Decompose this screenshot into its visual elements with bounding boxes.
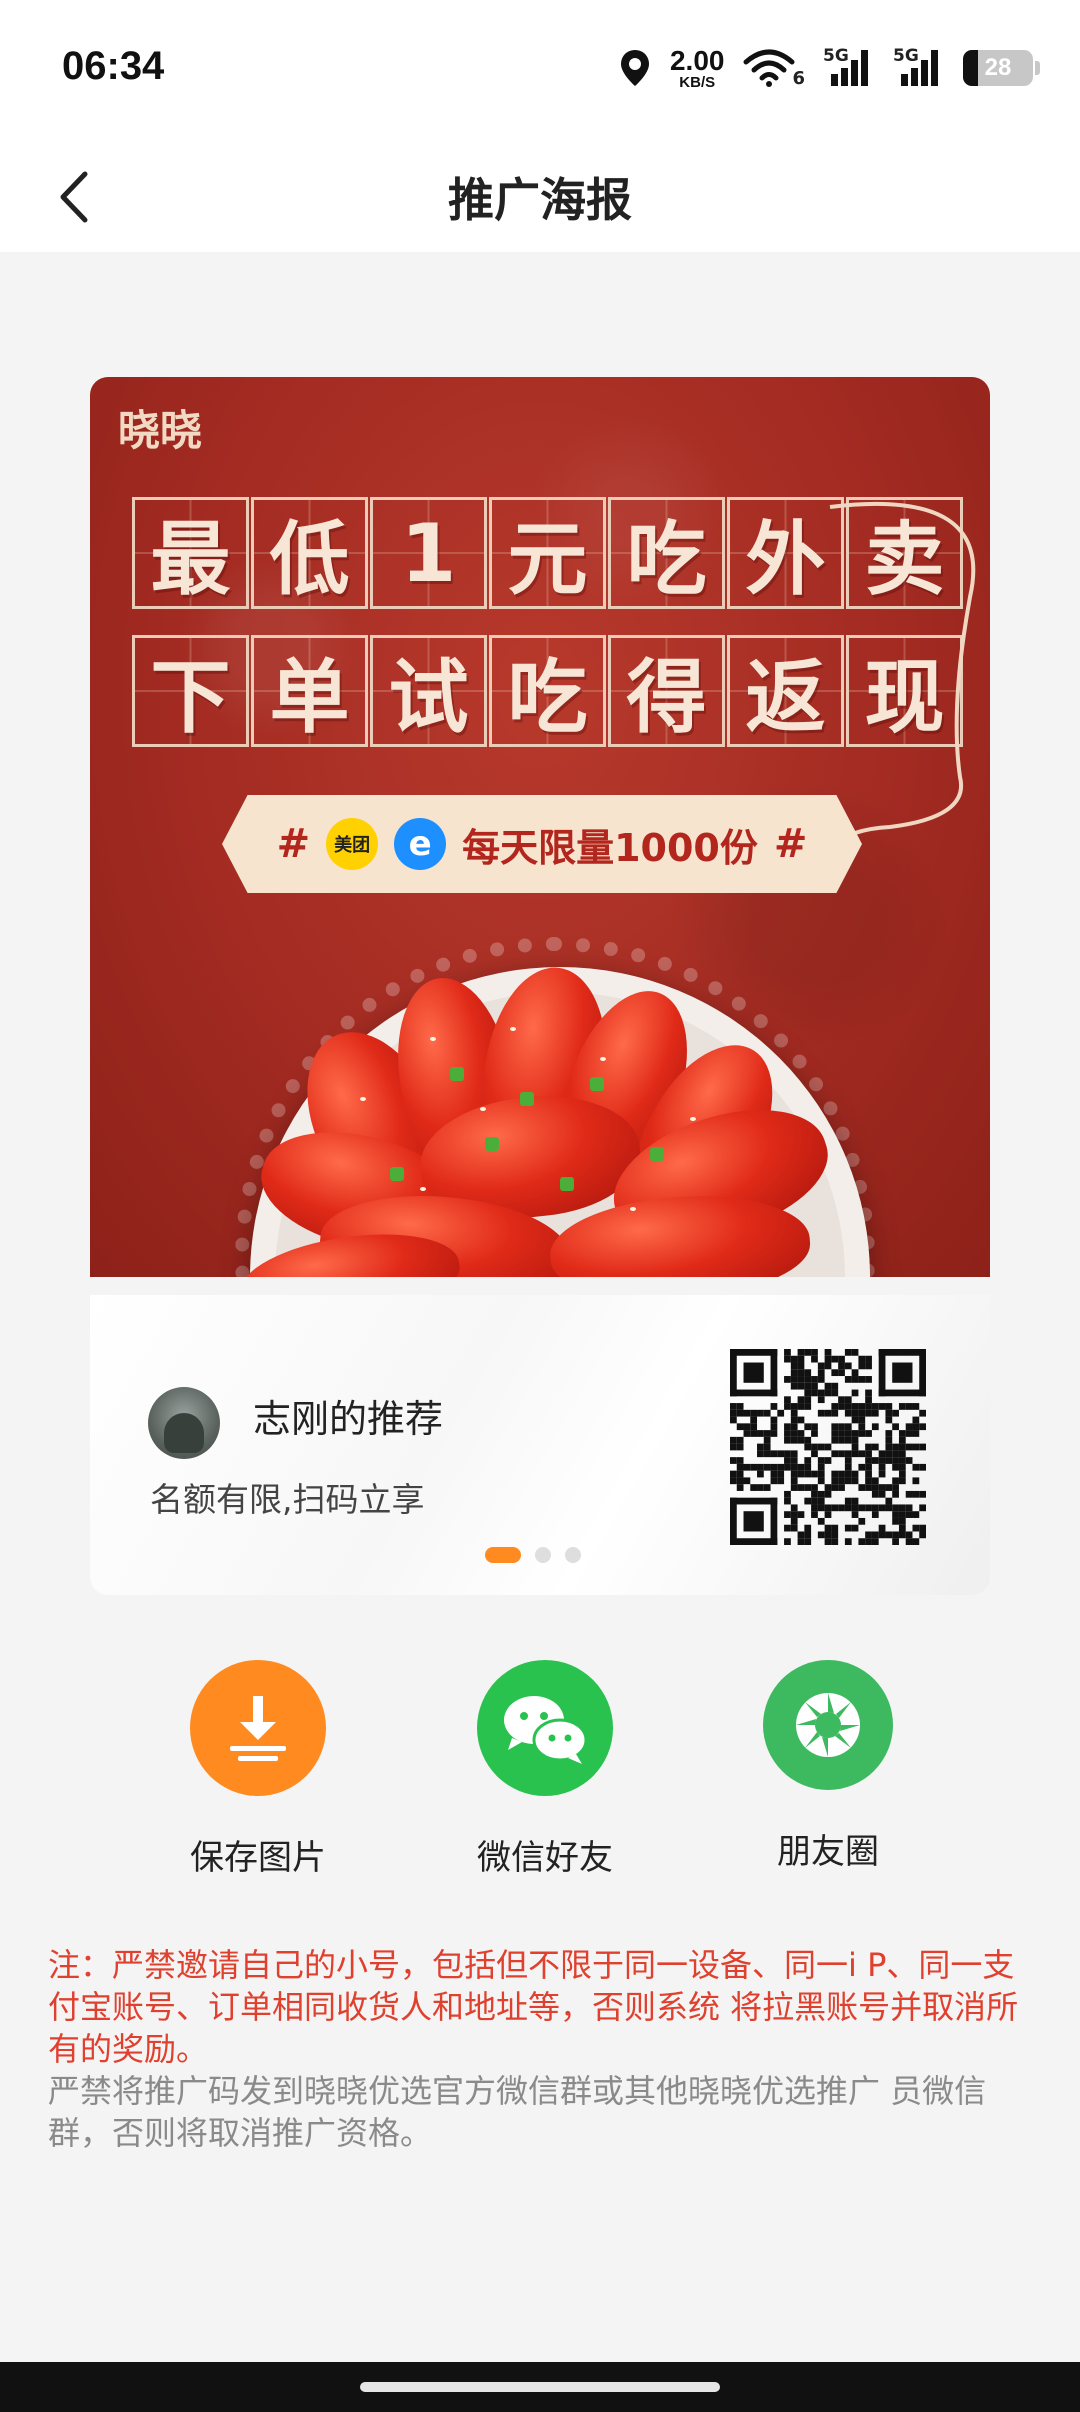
notice-info: 严禁将推广码发到晓晓优选官方微信群或其他晓晓优选推广 员微信群，否则将取消推广资… bbox=[48, 2072, 987, 2152]
notice-warning: 注：严禁邀请自己的小号，包括但不限于同一设备、同一i P、同一支付宝账号、订单相… bbox=[48, 1946, 1019, 2068]
carousel-dot[interactable] bbox=[485, 1547, 521, 1563]
wifi-icon bbox=[743, 49, 795, 87]
status-bar: 06:34 2.00 KB/S 6 5G 5G 28 bbox=[0, 0, 1080, 140]
qr-code bbox=[730, 1349, 926, 1545]
wifi-label: 6 bbox=[792, 67, 805, 89]
badge-text: 每天限量1000份 bbox=[462, 825, 758, 870]
title-char: 元 bbox=[489, 497, 606, 609]
title-char: 吃 bbox=[489, 635, 606, 747]
status-icons: 2.00 KB/S 6 5G 5G 28 bbox=[618, 40, 1040, 96]
referral-card: 志刚的推荐 名额有限,扫码立享 bbox=[90, 1295, 990, 1595]
title-char: 返 bbox=[727, 635, 844, 747]
battery-level: 28 bbox=[984, 54, 1012, 81]
moments-button[interactable]: 朋友圈 bbox=[728, 1660, 928, 1873]
referrer-name: 志刚的推荐 bbox=[253, 1397, 444, 1441]
net-speed: 2.00 KB/S bbox=[669, 44, 725, 91]
moments-icon bbox=[796, 1693, 860, 1757]
poster-title-line-1: 最 低 1 元 吃 外 卖 bbox=[132, 497, 963, 609]
referral-subtitle: 名额有限,扫码立享 bbox=[150, 1480, 425, 1519]
title-char: 单 bbox=[251, 635, 368, 747]
page-title: 推广海报 bbox=[448, 173, 632, 227]
badge-hash-right: # bbox=[773, 821, 808, 867]
save-image-button[interactable]: 保存图片 bbox=[158, 1660, 358, 1879]
nav-bar: 推广海报 bbox=[0, 140, 1080, 252]
poster-title-line-2: 下 单 试 吃 得 返 现 bbox=[132, 635, 963, 747]
meituan-logo: 美团 bbox=[326, 818, 379, 870]
title-char: 得 bbox=[608, 635, 725, 747]
moments-circle[interactable] bbox=[763, 1660, 893, 1790]
save-image-circle[interactable] bbox=[190, 1660, 326, 1796]
title-char: 低 bbox=[251, 497, 368, 609]
notice: 注：严禁邀请自己的小号，包括但不限于同一设备、同一i P、同一支付宝账号、订单相… bbox=[48, 1944, 1038, 2154]
badge-hash-left: # bbox=[276, 821, 311, 867]
wechat-friend-circle[interactable] bbox=[477, 1660, 613, 1796]
home-indicator[interactable] bbox=[360, 2382, 720, 2392]
eleme-logo: e bbox=[394, 818, 447, 870]
net-speed-unit: KB/S bbox=[679, 73, 716, 91]
status-time: 06:34 bbox=[62, 44, 165, 88]
title-char: 试 bbox=[370, 635, 487, 747]
moments-label: 朋友圈 bbox=[777, 1832, 879, 1872]
avatar bbox=[148, 1387, 220, 1459]
download-icon bbox=[230, 1696, 286, 1761]
title-char: 卖 bbox=[846, 497, 963, 609]
gesture-bar bbox=[0, 2362, 1080, 2412]
carousel-dot[interactable] bbox=[565, 1547, 581, 1563]
title-char: 外 bbox=[727, 497, 844, 609]
wechat-friend-button[interactable]: 微信好友 bbox=[445, 1660, 645, 1879]
title-char: 1 bbox=[370, 497, 487, 609]
battery-tip bbox=[1035, 61, 1040, 75]
location-icon bbox=[620, 50, 649, 86]
wechat-icon bbox=[504, 1696, 588, 1764]
poster-brand: 晓晓 bbox=[118, 406, 203, 455]
title-char: 下 bbox=[132, 635, 249, 747]
wechat-friend-label: 微信好友 bbox=[477, 1838, 613, 1878]
title-char: 吃 bbox=[608, 497, 725, 609]
carousel-dot[interactable] bbox=[535, 1547, 551, 1563]
save-image-label: 保存图片 bbox=[190, 1838, 326, 1878]
title-char: 最 bbox=[132, 497, 249, 609]
net-speed-value: 2.00 bbox=[669, 44, 725, 76]
title-char: 现 bbox=[846, 635, 963, 747]
carousel-indicator bbox=[485, 1547, 581, 1563]
promo-poster: 晓晓 最 低 1 元 吃 外 卖 下 单 试 吃 得 返 现 # 美团 e 每天… bbox=[90, 377, 990, 1277]
battery-icon: 28 bbox=[963, 50, 1033, 86]
limit-badge: # 美团 e 每天限量1000份 # bbox=[222, 795, 862, 893]
signal-icon: 5G bbox=[823, 46, 875, 88]
signal-icon: 5G bbox=[893, 46, 945, 88]
